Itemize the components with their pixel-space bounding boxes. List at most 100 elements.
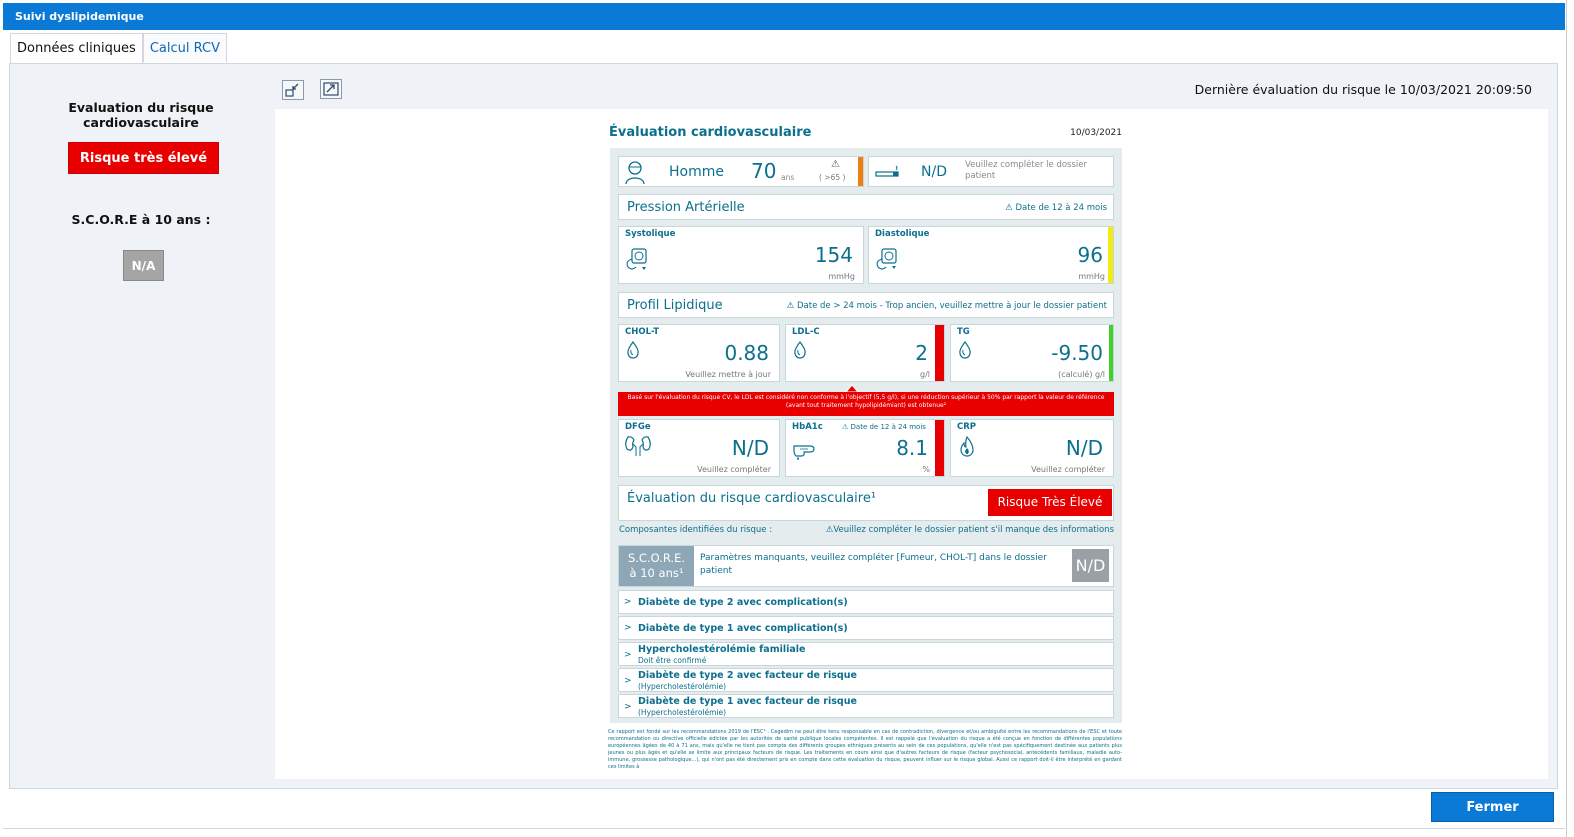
- report-date: 10/03/2021: [1070, 128, 1122, 138]
- tab-bar: Données cliniques Calcul RCV: [10, 33, 227, 63]
- risk-level-badge: Risque très élevé: [68, 142, 219, 174]
- hba1c-warning: ⚠ Date de 12 à 24 mois: [842, 423, 926, 431]
- age-status-bar: [858, 157, 863, 186]
- dfge-card: DFGe N/D Veuillez compléter: [618, 419, 780, 477]
- risk-eval-title: Évaluation du risque cardiovasculaire¹: [627, 491, 877, 506]
- pa-warning-text: Date de 12 à 24 mois: [1015, 203, 1107, 213]
- systolique-card: Systolique 154 mmHg: [618, 226, 864, 284]
- category-item[interactable]: > Diabète de type 2 avec complication(s): [618, 590, 1114, 614]
- components-label: Composantes identifiées du risque :: [619, 525, 773, 535]
- drop-icon: [959, 340, 971, 359]
- category-item[interactable]: > Hypercholestérolémie familiale Doit êt…: [618, 642, 1114, 666]
- crp-label: CRP: [957, 422, 977, 432]
- expand-button[interactable]: [320, 79, 342, 99]
- crp-value: N/D: [1065, 436, 1103, 460]
- window-bottom-edge: [3, 828, 1565, 829]
- zoom-fit-button[interactable]: [282, 80, 304, 100]
- risk-summary-title: Evaluation du risque cardiovasculaire: [68, 100, 214, 130]
- smoking-note: Veuillez compléter le dossier patient: [965, 160, 1087, 181]
- diastolique-unit: mmHg: [1078, 272, 1105, 281]
- systolique-label: Systolique: [625, 229, 676, 239]
- systolique-value: 154: [814, 243, 853, 267]
- category-title: Diabète de type 2 avec facteur de risque: [638, 670, 857, 681]
- patient-icon: [625, 161, 645, 185]
- chevron-right-icon: >: [624, 702, 632, 712]
- tg-status-bar: [1109, 325, 1113, 381]
- drop-icon: [794, 340, 806, 359]
- last-evaluation-label: Dernière évaluation du risque le: [1194, 82, 1396, 97]
- risk-eval-badge: Risque Très Élevé: [988, 489, 1112, 516]
- patient-sex: Homme: [669, 164, 724, 180]
- tab-donnees-cliniques[interactable]: Données cliniques: [10, 33, 143, 63]
- ldlc-status-bar: [935, 325, 944, 381]
- cigarette-icon: [875, 165, 899, 177]
- hba1c-value: 8.1: [896, 436, 928, 460]
- category-subtitle: (Hypercholestérolémie): [638, 708, 727, 717]
- drop-icon: [627, 340, 639, 359]
- patient-card: Homme 70 ans ⚠ ( >65 ): [618, 156, 864, 187]
- score-text: Paramètres manquants, veuillez compléter…: [700, 553, 1047, 576]
- ldlc-label: LDL-C: [792, 327, 820, 337]
- blood-pressure-icon: [626, 248, 647, 270]
- kidney-icon: [625, 436, 651, 456]
- lipid-section-header: Profil Lipidique ⚠ Date de > 24 mois - T…: [618, 292, 1114, 318]
- cholt-unit: Veuillez mettre à jour: [685, 370, 771, 379]
- close-button[interactable]: Fermer: [1431, 792, 1554, 822]
- crp-card: CRP N/D Veuillez compléter: [950, 419, 1114, 477]
- category-subtitle: (Hypercholestérolémie): [638, 682, 727, 691]
- category-subtitle: Doit être confirmé: [638, 656, 707, 665]
- expand-icon: [323, 82, 339, 96]
- report-title: Évaluation cardiovasculaire: [609, 125, 812, 140]
- hba1c-warning-text: Date de 12 à 24 mois: [850, 423, 926, 431]
- category-title: Diabète de type 1 avec facteur de risque: [638, 696, 857, 707]
- pa-warning: ⚠ Date de 12 à 24 mois: [1005, 203, 1107, 213]
- ldl-alert-banner: Basé sur l'évaluation du risque CV, le L…: [618, 392, 1114, 416]
- lipid-warning: ⚠ Date de > 24 mois - Trop ancien, veuil…: [787, 301, 1107, 311]
- tg-unit: (calculé) g/l: [1058, 370, 1105, 379]
- components-warning: ⚠Veuillez compléter le dossier patient s…: [826, 525, 1114, 535]
- category-item[interactable]: > Diabète de type 1 avec facteur de risq…: [618, 694, 1114, 718]
- category-item[interactable]: > Diabète de type 2 avec facteur de risq…: [618, 668, 1114, 692]
- score-label-line1: S.C.O.R.E.: [627, 551, 686, 565]
- ldlc-unit: g/l: [920, 370, 930, 379]
- dfge-value: N/D: [731, 436, 769, 460]
- smoking-value: N/D: [921, 164, 947, 180]
- chevron-right-icon: >: [624, 676, 632, 686]
- flame-icon: [960, 435, 974, 457]
- tg-label: TG: [957, 327, 970, 337]
- score-label-block: S.C.O.R.E. à 10 ans¹: [619, 546, 694, 586]
- hba1c-label: HbA1c: [792, 422, 823, 432]
- last-evaluation-date: 10/03/2021 20:09:50: [1399, 82, 1532, 97]
- lipid-warning-text: Date de > 24 mois - Trop ancien, veuille…: [796, 301, 1107, 311]
- hba1c-status-bar: [935, 420, 944, 476]
- score-value-badge: N/A: [123, 250, 164, 281]
- finger-prick-icon: [793, 445, 815, 460]
- lipid-title: Profil Lipidique: [627, 298, 723, 313]
- patient-age-note: ( >65 ): [819, 173, 846, 182]
- score-label-line2: à 10 ans¹: [629, 566, 684, 580]
- cholt-label: CHOL-T: [625, 327, 660, 337]
- score-value: N/D: [1072, 549, 1109, 582]
- blood-pressure-icon: [876, 248, 897, 270]
- cholt-card: CHOL-T 0.88 Veuillez mettre à jour: [618, 324, 780, 382]
- window-title: Suivi dyslipidemique: [3, 3, 1565, 30]
- window-edge: [1566, 0, 1567, 837]
- alert-pointer-icon: [846, 384, 858, 392]
- systolique-unit: mmHg: [828, 272, 855, 281]
- category-title: Hypercholestérolémie familiale: [638, 644, 806, 655]
- chevron-right-icon: >: [624, 597, 632, 607]
- diastolique-card: Diastolique 96 mmHg: [868, 226, 1114, 284]
- pa-section-header: Pression Artérielle ⚠ Date de 12 à 24 mo…: [618, 194, 1114, 220]
- warning-icon: ⚠: [786, 301, 797, 311]
- score-title: S.C.O.R.E à 10 ans :: [71, 212, 211, 227]
- footer-bar: [9, 789, 1558, 825]
- diastolique-label: Diastolique: [875, 229, 930, 239]
- warning-icon: ⚠: [842, 423, 851, 431]
- score-card: S.C.O.R.E. à 10 ans¹ Paramètres manquant…: [618, 545, 1114, 587]
- hba1c-card: HbA1c ⚠ Date de 12 à 24 mois 8.1 %: [785, 419, 945, 477]
- dfge-unit: Veuillez compléter: [697, 465, 771, 474]
- crp-unit: Veuillez compléter: [1031, 465, 1105, 474]
- patient-age: 70: [751, 159, 777, 183]
- category-item[interactable]: > Diabète de type 1 avec complication(s): [618, 616, 1114, 640]
- tab-calcul-rcv[interactable]: Calcul RCV: [142, 33, 227, 62]
